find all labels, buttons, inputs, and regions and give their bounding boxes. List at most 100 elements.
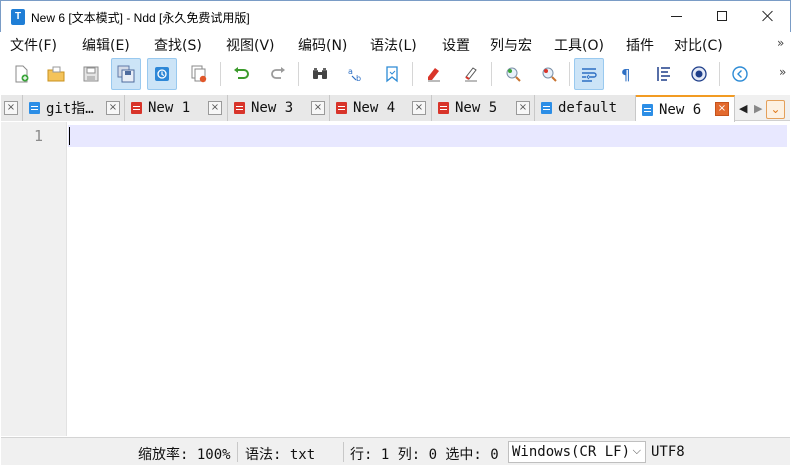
menu-overflow-button[interactable]: » [777, 36, 784, 50]
maximize-button[interactable] [699, 1, 745, 31]
document-icon [29, 102, 40, 114]
cursor-position-status: 行: 1 列: 0 选中: 0 [350, 447, 499, 463]
title-bar: T New 6 [文本模式] - Ndd [永久免费试用版] [0, 0, 791, 32]
save-button[interactable] [76, 58, 106, 90]
zoom-out-icon [542, 67, 557, 82]
tab-list-dropdown-button[interactable]: ⌄ [766, 100, 785, 119]
back-icon [732, 66, 748, 82]
app-icon: T [11, 9, 25, 25]
tab-close-button[interactable]: × [715, 102, 729, 116]
menu-encoding[interactable]: 编码(N) [298, 35, 347, 55]
line-number-gutter: 1 [1, 122, 67, 436]
menu-compare[interactable]: 对比(C) [674, 35, 723, 55]
tab-bar: × git指… × New 1 × New 3 × New 4 × New 5 … [1, 95, 790, 122]
menu-language[interactable]: 语法(L) [370, 35, 417, 55]
toolbar-separator [491, 62, 492, 86]
menu-search[interactable]: 查找(S) [154, 35, 202, 55]
status-separator [237, 442, 238, 462]
tab-close-button[interactable]: × [4, 101, 18, 115]
find-button[interactable] [305, 58, 335, 90]
encoding-status: UTF8 [651, 444, 685, 460]
document-icon [131, 102, 142, 114]
zoom-in-icon [506, 67, 521, 82]
document-icon [234, 102, 245, 114]
indent-guide-button[interactable] [648, 58, 678, 90]
auto-save-button[interactable] [147, 58, 177, 90]
tab-hidden[interactable]: × [1, 95, 23, 121]
zoom-in-button[interactable] [498, 58, 528, 90]
syntax-status: 语法: txt [245, 447, 316, 463]
bookmark-button[interactable] [377, 58, 407, 90]
close-all-button[interactable] [184, 58, 214, 90]
new-file-button[interactable] [6, 58, 36, 90]
svg-text:a: a [348, 67, 353, 76]
open-file-icon [47, 66, 65, 82]
tab-close-button[interactable]: × [106, 101, 120, 115]
status-separator [343, 442, 344, 462]
tab-close-button[interactable]: × [208, 101, 222, 115]
tab-close-button[interactable]: × [311, 101, 325, 115]
redo-icon [271, 67, 285, 79]
back-button[interactable] [725, 58, 755, 90]
menu-bar: 文件(F) 编辑(E) 查找(S) 视图(V) 编码(N) 语法(L) 设置 列… [1, 32, 790, 56]
undo-button[interactable] [226, 58, 256, 90]
tab-new-5[interactable]: New 5 × [432, 95, 535, 121]
menu-tools[interactable]: 工具(O) [554, 35, 604, 55]
bookmark-icon [386, 66, 398, 83]
redo-button[interactable] [263, 58, 293, 90]
menu-plugins[interactable]: 插件 [626, 35, 654, 55]
window-title: New 6 [文本模式] - Ndd [永久免费试用版] [31, 11, 250, 25]
replace-button[interactable]: ab [341, 58, 371, 90]
monitor-icon [691, 66, 707, 82]
svg-text:¶: ¶ [621, 66, 631, 83]
replace-icon: ab [348, 67, 361, 83]
menu-edit[interactable]: 编辑(E) [82, 35, 130, 55]
menu-view[interactable]: 视图(V) [226, 35, 275, 55]
tab-label: New 6 [659, 101, 702, 118]
close-all-icon [191, 65, 207, 83]
tab-label: New 1 [148, 100, 191, 116]
toolbar-separator [298, 62, 299, 86]
zoom-out-button[interactable] [534, 58, 564, 90]
tab-label: New 3 [251, 100, 294, 116]
menu-macro[interactable]: 列与宏 [490, 35, 532, 55]
toolbar-overflow-button[interactable]: » [779, 65, 786, 79]
tab-scroll-left-icon[interactable]: ◀ [739, 102, 747, 115]
open-file-button[interactable] [41, 58, 71, 90]
monitor-button[interactable] [684, 58, 714, 90]
tab-close-button[interactable]: × [516, 101, 530, 115]
clear-mark-button[interactable] [456, 58, 486, 90]
document-icon [438, 102, 449, 114]
mark-button[interactable] [419, 58, 449, 90]
tab-new-6[interactable]: New 6 × [636, 95, 735, 122]
show-symbols-button[interactable]: ¶ [611, 58, 641, 90]
tab-close-button[interactable]: × [412, 101, 426, 115]
eol-value: Windows(CR LF) [512, 444, 631, 460]
tab-git[interactable]: git指… × [23, 95, 125, 121]
menu-settings[interactable]: 设置 [442, 35, 470, 55]
toolbar: ab ¶ » [1, 57, 790, 93]
editor-area[interactable]: 1 [1, 122, 790, 436]
tab-label: git指… [46, 101, 94, 117]
document-icon [541, 102, 552, 114]
mark-icon [428, 68, 440, 82]
close-icon [762, 10, 774, 22]
tab-default[interactable]: default [535, 95, 636, 121]
eol-select[interactable]: Windows(CR LF) ⌵ [508, 441, 646, 463]
tab-scroll-right-icon[interactable]: ▶ [754, 102, 762, 115]
close-window-button[interactable] [745, 1, 791, 31]
zoom-status: 缩放率: 100% [138, 447, 231, 463]
tab-new-4[interactable]: New 4 × [330, 95, 432, 121]
tab-new-3[interactable]: New 3 × [228, 95, 330, 121]
line-number: 1 [33, 127, 43, 145]
tab-label: default [558, 100, 618, 116]
tab-label: New 5 [455, 100, 498, 116]
menu-file[interactable]: 文件(F) [10, 35, 57, 55]
maximize-icon [717, 11, 727, 21]
save-all-button[interactable] [111, 58, 141, 90]
minimize-button[interactable] [653, 1, 699, 31]
word-wrap-button[interactable] [574, 58, 604, 90]
toolbar-separator [220, 62, 221, 86]
tab-new-1[interactable]: New 1 × [125, 95, 228, 121]
document-icon [336, 102, 347, 114]
